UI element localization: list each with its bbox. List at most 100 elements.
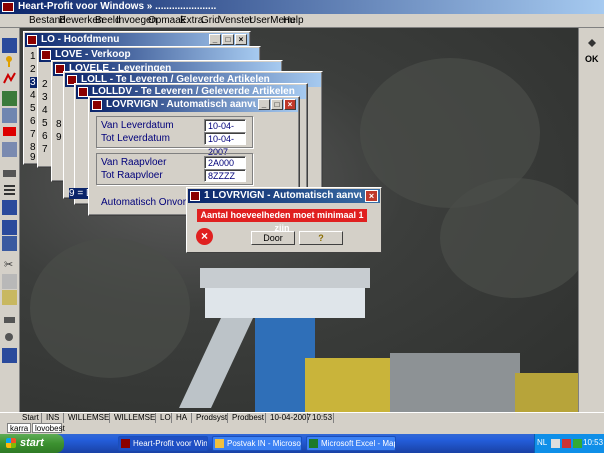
status-start: Start bbox=[20, 413, 42, 423]
tot-leverdatum-input[interactable]: 10-04-2007 bbox=[204, 132, 246, 157]
help-button[interactable]: ? bbox=[299, 231, 343, 245]
svg-text:✂: ✂ bbox=[4, 259, 13, 271]
windows-flag-icon bbox=[6, 438, 16, 448]
maximize-icon[interactable]: □ bbox=[271, 99, 283, 110]
key-icon[interactable] bbox=[2, 54, 17, 69]
left-toolbar: ✂ bbox=[0, 28, 20, 428]
ok-label[interactable]: OK bbox=[585, 54, 599, 64]
tower-roof bbox=[200, 268, 370, 288]
menu-row[interactable]: 2 bbox=[42, 79, 48, 90]
stop-icon[interactable] bbox=[2, 124, 17, 139]
chart-icon[interactable] bbox=[2, 71, 17, 86]
error-icon: × bbox=[196, 228, 213, 245]
right-toolbar: OK bbox=[578, 28, 604, 428]
window-logo-icon bbox=[92, 100, 102, 110]
menu-extra[interactable]: Extra bbox=[180, 15, 203, 26]
menu-row[interactable]: 5 bbox=[30, 103, 36, 114]
close-icon[interactable]: × bbox=[235, 34, 247, 45]
status-prodbest: Prodbest bbox=[232, 413, 266, 423]
window-hoofdmenu-titlebar[interactable]: LO - Hoofdmenu _ □ × bbox=[25, 33, 249, 47]
status-prodsyst: Prodsyst bbox=[196, 413, 228, 423]
scissors-icon[interactable]: ✂ bbox=[2, 256, 17, 271]
window-logo-icon bbox=[41, 50, 51, 60]
menu-row[interactable]: 6 bbox=[42, 131, 48, 142]
error-dialog[interactable]: 1 LOVRVIGN - Automatisch aanvullen Raa..… bbox=[186, 187, 382, 253]
security-icon[interactable] bbox=[562, 439, 571, 448]
window-lovrvign-title: LOVRVIGN - Automatisch aanvullen Raa... bbox=[106, 99, 256, 110]
van-raapvloer-label: Van Raapvloer bbox=[101, 157, 167, 168]
taskbar-heart-profit[interactable]: Heart-Profit voor Win... bbox=[118, 436, 208, 451]
status-ha: HA bbox=[174, 413, 192, 423]
start-label: start bbox=[20, 437, 44, 449]
excel-icon bbox=[309, 439, 318, 448]
menu-row[interactable]: 5 bbox=[42, 118, 48, 129]
menu-row[interactable]: 2 bbox=[30, 64, 36, 75]
paste-icon[interactable] bbox=[2, 290, 17, 305]
menu-help[interactable]: Help bbox=[283, 15, 304, 26]
language-indicator[interactable]: NL bbox=[537, 438, 547, 447]
tot-raapvloer-input[interactable]: 8ZZZZ bbox=[204, 169, 246, 182]
van-leverdatum-input[interactable]: 10-04-2007 bbox=[204, 119, 246, 144]
tot-leverdatum-label: Tot Leverdatum bbox=[101, 133, 170, 144]
refresh-icon[interactable] bbox=[587, 38, 597, 48]
status-date: 10-04-2007 bbox=[270, 413, 311, 423]
menu-row[interactable]: 8 bbox=[56, 119, 62, 130]
window-tabstrip: karra lovobest bbox=[0, 423, 604, 434]
window-lovrvign-titlebar[interactable]: LOVRVIGN - Automatisch aanvullen Raa... … bbox=[90, 98, 298, 112]
misc-icon[interactable] bbox=[2, 348, 17, 363]
grid-icon[interactable] bbox=[2, 166, 17, 181]
lines-icon[interactable] bbox=[2, 182, 17, 197]
menu-row[interactable]: 9 bbox=[56, 132, 62, 143]
start-button[interactable]: start bbox=[0, 434, 64, 453]
settings-icon[interactable] bbox=[2, 330, 17, 345]
window-logo-icon bbox=[27, 35, 37, 45]
menu-row[interactable]: 7 bbox=[42, 144, 48, 155]
screen-icon[interactable] bbox=[2, 91, 17, 106]
tot-raapvloer-label: Tot Raapvloer bbox=[101, 170, 163, 181]
error-dialog-title: 1 LOVRVIGN - Automatisch aanvullen Raa..… bbox=[204, 190, 362, 201]
door-button[interactable]: Door bbox=[251, 231, 295, 245]
print-icon[interactable] bbox=[2, 312, 17, 327]
menu-row[interactable]: 1 bbox=[30, 51, 36, 62]
network-icon[interactable] bbox=[551, 439, 560, 448]
menu-row[interactable]: 3 bbox=[42, 92, 48, 103]
app-logo-icon bbox=[121, 439, 130, 448]
table-icon[interactable] bbox=[2, 142, 17, 157]
tower-cabin bbox=[205, 288, 365, 318]
window-logo-icon bbox=[190, 191, 200, 201]
menu-row[interactable]: 4 bbox=[42, 105, 48, 116]
maximize-icon[interactable]: □ bbox=[222, 34, 234, 45]
van-raapvloer-input[interactable]: 2A000 bbox=[204, 156, 246, 169]
mail-icon bbox=[215, 439, 224, 448]
list-icon[interactable] bbox=[2, 108, 17, 123]
close-icon[interactable]: × bbox=[365, 190, 378, 202]
taskbar-outlook[interactable]: Postvak IN - Microsof... bbox=[212, 436, 302, 451]
menu-bar: Bestand Bewerken Beeld Invoegen Opmaak E… bbox=[0, 14, 604, 28]
menu-row[interactable]: 7 bbox=[30, 129, 36, 140]
minimize-icon[interactable]: _ bbox=[258, 99, 270, 110]
form-icon[interactable] bbox=[2, 200, 17, 215]
app-titlebar: Heart-Profit voor Windows » ............… bbox=[0, 0, 604, 14]
background-foliage bbox=[30, 238, 190, 378]
new-window-icon[interactable] bbox=[2, 38, 17, 53]
minimize-icon[interactable]: _ bbox=[209, 34, 221, 45]
van-leverdatum-label: Van Leverdatum bbox=[101, 120, 174, 131]
copy-icon[interactable] bbox=[2, 274, 17, 289]
status-module: LO bbox=[160, 413, 172, 423]
menu-row[interactable]: 6 bbox=[30, 116, 36, 127]
volume-icon[interactable] bbox=[573, 439, 582, 448]
window-hoofdmenu-title: LO - Hoofdmenu bbox=[41, 34, 120, 45]
tab-karra[interactable]: karra bbox=[7, 423, 31, 433]
app-title: Heart-Profit voor Windows » ............… bbox=[18, 1, 217, 12]
tab-lovobest[interactable]: lovobest bbox=[32, 423, 65, 433]
close-icon[interactable]: × bbox=[284, 99, 296, 110]
form2-icon[interactable] bbox=[2, 220, 17, 235]
menu-venster[interactable]: Venster bbox=[219, 15, 253, 26]
error-dialog-titlebar[interactable]: 1 LOVRVIGN - Automatisch aanvullen Raa..… bbox=[188, 189, 380, 203]
menu-row[interactable]: 9 bbox=[30, 152, 36, 163]
menu-row[interactable]: 4 bbox=[30, 90, 36, 101]
taskbar-excel[interactable]: Microsoft Excel - Map1 bbox=[306, 436, 396, 451]
form3-icon[interactable] bbox=[2, 236, 17, 251]
system-tray: NL 10:53 bbox=[534, 434, 604, 453]
menu-grid[interactable]: Grid bbox=[201, 15, 220, 26]
